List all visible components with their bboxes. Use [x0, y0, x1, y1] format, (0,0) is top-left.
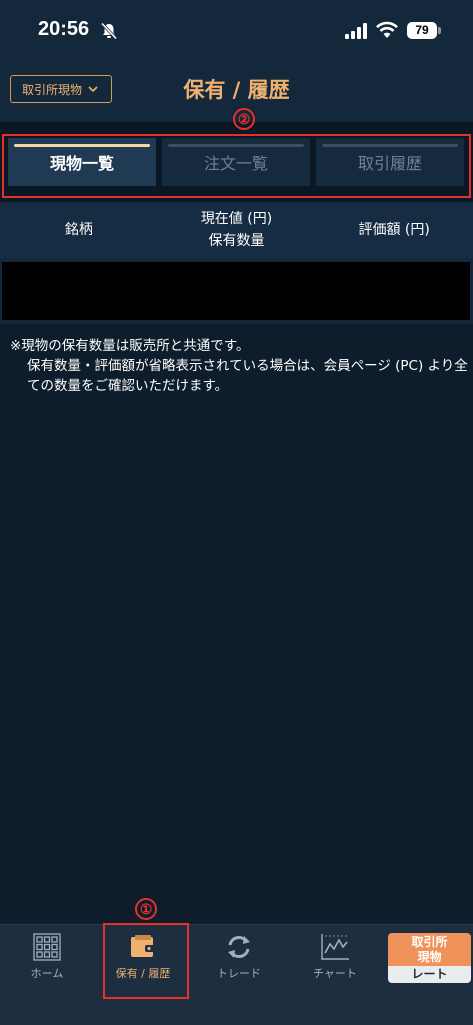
bottom-nav: ホーム 保有 / 履歴 トレード チャート 取引所 現物 レート [0, 924, 473, 1025]
line-chart-icon [321, 934, 349, 960]
battery-tip [438, 27, 441, 34]
cellular-signal-icon [345, 23, 367, 39]
rate-button-bottom: レート [388, 966, 471, 983]
grid-icon [33, 933, 61, 961]
nav-label: チャート [313, 967, 357, 980]
annotation-box-nav [103, 923, 189, 999]
battery-indicator: 79 [407, 22, 437, 39]
status-bar: 20:56 79 [0, 0, 473, 62]
status-time: 20:56 [38, 18, 90, 40]
column-header-valuation: 評価額 (円) [358, 222, 430, 238]
table-row[interactable] [0, 258, 473, 324]
table-header: 銘柄 現在値 (円) 保有数量 評価額 (円) [0, 202, 473, 258]
column-header-price-quantity: 現在値 (円) 保有数量 [200, 211, 273, 249]
annotation-box-tabs [2, 134, 471, 198]
nav-label: トレード [217, 967, 261, 980]
nav-chart[interactable]: チャート [288, 925, 382, 987]
column-header-symbol: 銘柄 [64, 222, 93, 238]
note-line-2: 保有数量・評価額が省略表示されている場合は、会員ページ (PC) より全ての数量… [27, 358, 468, 394]
rate-button-top: 取引所 現物 [388, 933, 471, 966]
note-line-1: ※現物の保有数量は販売所と共通です。 [10, 338, 250, 354]
nav-trade[interactable]: トレード [192, 925, 286, 987]
nav-home[interactable]: ホーム [0, 925, 94, 987]
nav-label: ホーム [30, 967, 64, 980]
spot-rate-button[interactable]: 取引所 現物 レート [388, 933, 471, 983]
holding-note: ※現物の保有数量は販売所と共通です。 保有数量・評価額が省略表示されている場合は… [10, 336, 468, 396]
bell-muted-icon [100, 22, 118, 40]
annotation-number-1: ① [135, 898, 157, 920]
redacted-content [2, 262, 470, 320]
page-title: 保有 / 履歴 [183, 78, 290, 102]
refresh-cycle-icon [228, 936, 250, 958]
wifi-icon [376, 21, 398, 38]
annotation-number-2: ② [233, 108, 255, 130]
